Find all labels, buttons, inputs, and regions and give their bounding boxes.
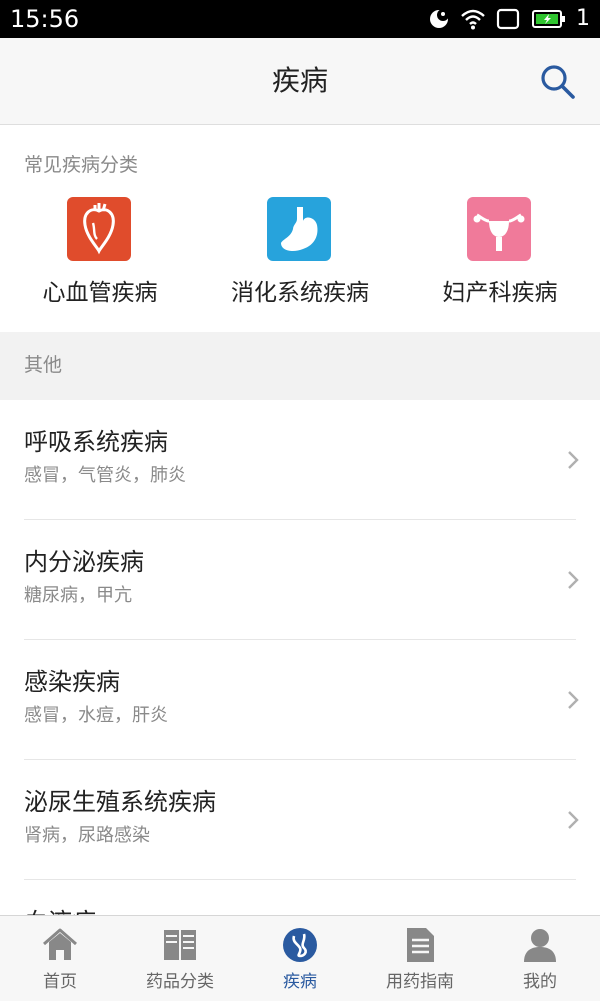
battery-icon: [532, 9, 566, 29]
other-section-header: 其他: [0, 332, 600, 400]
disease-list: 呼吸系统疾病 感冒，气管炎，肺炎 内分泌疾病 糖尿病，甲亢 感染疾病 感冒，水痘…: [0, 400, 600, 915]
list-item-title: 内分泌疾病: [24, 548, 144, 576]
nav-label: 药品分类: [146, 972, 214, 992]
section-label-other: 其他: [24, 354, 63, 376]
list-item[interactable]: 血液病: [0, 880, 600, 915]
nav-diseases[interactable]: 疾病: [240, 916, 360, 1001]
list-item-subtitle: 肾病，尿路感染: [24, 825, 150, 846]
category-gynecology[interactable]: 妇产科疾病: [400, 197, 600, 317]
nav-profile[interactable]: 我的: [480, 916, 600, 1001]
document-icon: [407, 928, 434, 962]
list-item-subtitle: 感冒，水痘，肝炎: [24, 705, 168, 726]
nav-label: 首页: [43, 972, 77, 992]
list-item-title: 泌尿生殖系统疾病: [24, 788, 216, 816]
category-label: 消化系统疾病: [231, 280, 369, 306]
stomach-icon: [267, 197, 331, 261]
bottom-nav: 首页 药品分类 疾病 用药指南 我的: [0, 915, 600, 1001]
uterus-icon: [467, 197, 531, 261]
signal-icon: [496, 8, 522, 30]
nav-label: 我的: [523, 972, 557, 992]
heart-icon: [67, 197, 131, 261]
chevron-right-icon: [568, 571, 579, 589]
user-icon: [524, 929, 556, 962]
chevron-right-icon: [568, 691, 579, 709]
status-bar: 15:56 1: [0, 0, 600, 38]
category-digestive[interactable]: 消化系统疾病: [200, 197, 400, 317]
list-item[interactable]: 呼吸系统疾病 感冒，气管炎，肺炎: [0, 400, 600, 520]
book-icon: [164, 930, 196, 960]
app-header: 疾病: [0, 38, 600, 125]
list-item[interactable]: 感染疾病 感冒，水痘，肝炎: [0, 640, 600, 760]
page-title: 疾病: [271, 64, 328, 97]
category-cardiovascular[interactable]: 心血管疾病: [0, 197, 200, 317]
wifi-icon: [460, 8, 486, 30]
search-button[interactable]: [538, 62, 578, 102]
nav-home[interactable]: 首页: [0, 916, 120, 1001]
list-item-title: 呼吸系统疾病: [24, 428, 168, 456]
category-label: 妇产科疾病: [442, 280, 558, 306]
list-item-title: 感染疾病: [24, 668, 120, 696]
battery-level: 1: [576, 6, 590, 31]
category-label: 心血管疾病: [42, 280, 158, 306]
section-label-common: 常见疾病分类: [24, 154, 139, 176]
home-icon: [43, 928, 77, 960]
list-item-subtitle: 感冒，气管炎，肺炎: [24, 465, 186, 486]
status-time: 15:56: [10, 5, 80, 33]
nav-drug-categories[interactable]: 药品分类: [120, 916, 240, 1001]
chevron-right-icon: [568, 811, 579, 829]
common-categories-section: 常见疾病分类 心血管疾病 消化系统疾病 妇产科疾病: [0, 125, 600, 332]
chevron-right-icon: [568, 451, 579, 469]
disease-icon: [283, 928, 317, 962]
list-item[interactable]: 内分泌疾病 糖尿病，甲亢: [0, 520, 600, 640]
list-item[interactable]: 泌尿生殖系统疾病 肾病，尿路感染: [0, 760, 600, 880]
nav-medication-guide[interactable]: 用药指南: [360, 916, 480, 1001]
status-icons: 1: [428, 5, 590, 33]
moon-notification-icon: [428, 8, 450, 30]
nav-label: 用药指南: [386, 972, 454, 992]
nav-label: 疾病: [283, 972, 317, 992]
list-item-title: 血液病: [24, 906, 96, 915]
list-item-subtitle: 糖尿病，甲亢: [24, 585, 132, 606]
search-icon: [541, 65, 575, 99]
